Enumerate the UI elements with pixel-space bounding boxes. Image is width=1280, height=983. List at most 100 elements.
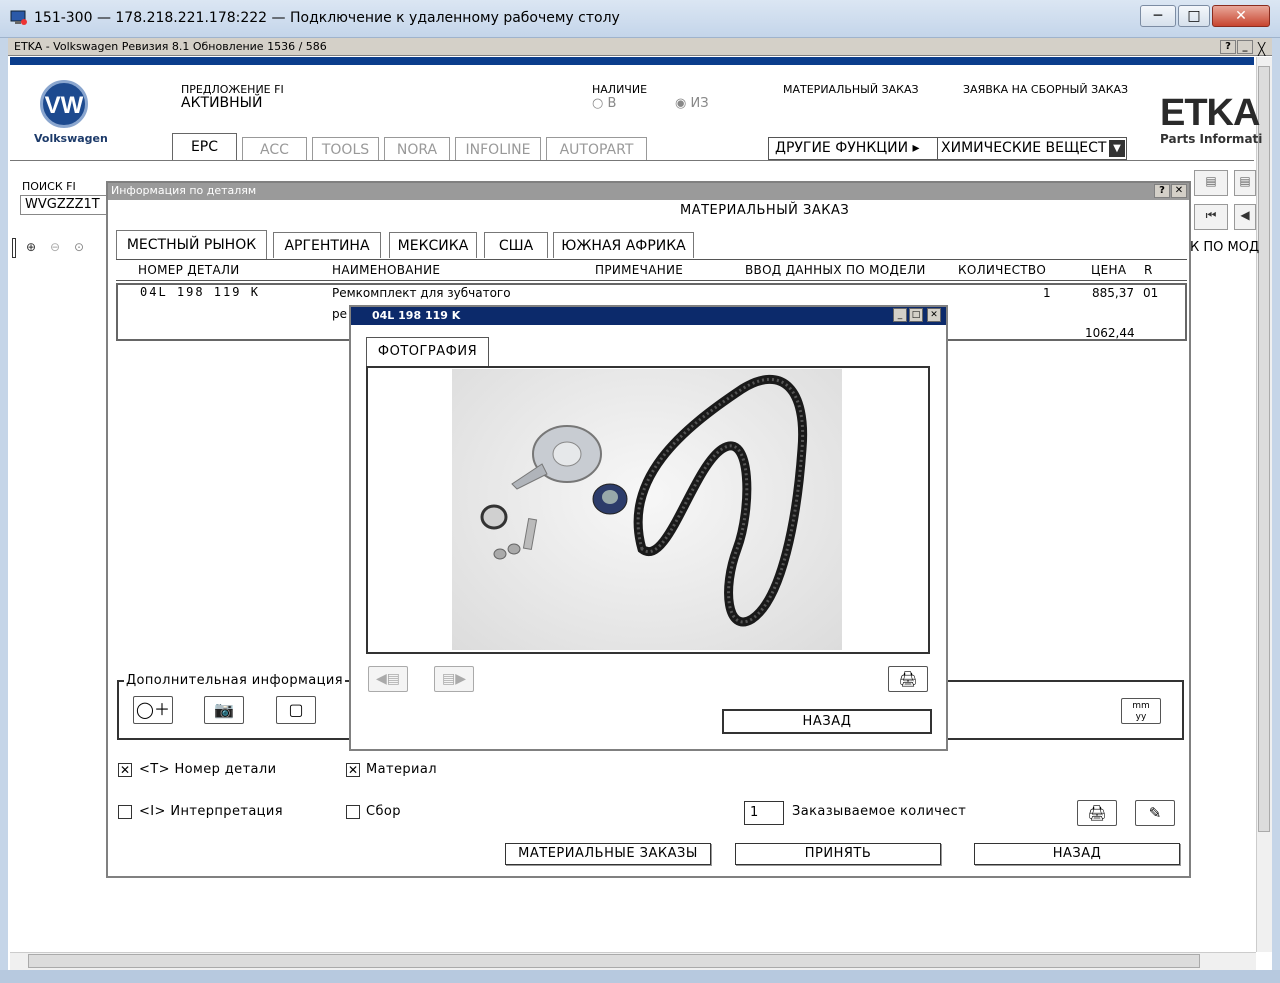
dialog-heading: МАТЕРИАЛЬНЫЙ ЗАКАЗ xyxy=(680,203,850,218)
tab-nora[interactable]: NORA xyxy=(384,137,450,161)
col-note: ПРИМЕЧАНИЕ xyxy=(595,263,684,277)
toolbar-page-icon[interactable]: ▤ xyxy=(1234,170,1256,196)
photo-print-icon[interactable]: 🖨 xyxy=(888,666,928,692)
photo-maximize-button[interactable]: □ xyxy=(909,308,923,322)
first-page-icon[interactable]: ⏮ xyxy=(1194,204,1228,230)
col-r: R xyxy=(1144,263,1153,277)
col-price: ЦЕНА xyxy=(1091,263,1127,277)
dialog-title-bar xyxy=(108,183,1189,200)
toolbar-separator xyxy=(12,238,16,258)
assembly-checkbox-label: Сбор xyxy=(366,804,401,819)
close-button[interactable]: ✕ xyxy=(1212,5,1270,27)
tab-usa[interactable]: США xyxy=(484,232,548,258)
taskbar xyxy=(0,970,1280,983)
tab-photo[interactable]: ФОТОГРАФИЯ xyxy=(366,337,489,366)
next-photo-button[interactable]: ▤▶ xyxy=(434,666,474,692)
rdp-window-title: 151-300 — 178.218.221.178:222 — Подключе… xyxy=(34,10,620,26)
photo-back-button[interactable]: НАЗАД xyxy=(722,709,932,734)
edit-icon[interactable]: ✎ xyxy=(1135,800,1175,826)
partno-checkbox-label: <T> Номер детали xyxy=(139,762,277,777)
camera-icon[interactable]: 📷 xyxy=(204,696,244,724)
dialog-help-button[interactable]: ? xyxy=(1154,184,1170,198)
tab-infoline[interactable]: INFOLINE xyxy=(455,137,541,161)
interpretation-checkbox[interactable] xyxy=(118,805,132,819)
yy-label: yy xyxy=(1135,712,1147,722)
tab-local-market[interactable]: МЕСТНЫЙ РЫНОК xyxy=(116,230,267,259)
prev-page-icon[interactable]: ◀ xyxy=(1234,204,1256,230)
toolbar-doc-icon[interactable]: ▤ xyxy=(1194,170,1228,196)
remote-desktop-icon xyxy=(10,9,28,27)
zoom-fit-icon[interactable]: ⊙ xyxy=(68,237,90,259)
prev-photo-button[interactable]: ◀▤ xyxy=(368,666,408,692)
material-checkbox[interactable]: ✕ xyxy=(346,763,360,777)
window-border-left xyxy=(0,38,8,983)
zoom-in-icon[interactable]: ⊕ xyxy=(20,237,42,259)
header-stripe xyxy=(10,57,1254,65)
vertical-scroll-thumb[interactable] xyxy=(1258,66,1270,832)
material-order-link[interactable]: МАТЕРИАЛЬНЫЙ ЗАКАЗ xyxy=(783,83,919,96)
tab-south-africa[interactable]: ЮЖНАЯ АФРИКА xyxy=(553,232,694,258)
etka-help-button[interactable]: ? xyxy=(1220,40,1236,54)
maximize-button[interactable]: □ xyxy=(1178,5,1210,27)
partno-checkbox[interactable]: ✕ xyxy=(118,763,132,777)
material-checkbox-label: Материал xyxy=(366,762,437,777)
tab-epc[interactable]: EPC xyxy=(172,133,237,161)
avail-from-label: ИЗ xyxy=(690,96,709,111)
col-model-data: ВВОД ДАННЫХ ПО МОДЕЛИ xyxy=(745,263,926,277)
col-quantity: КОЛИЧЕСТВО xyxy=(958,263,1047,277)
order-quantity-label: Заказываемое количест xyxy=(792,804,967,819)
print-icon[interactable]: 🖨 xyxy=(1077,800,1117,826)
avail-in-radio[interactable]: ○ В xyxy=(592,96,616,111)
back-button[interactable]: НАЗАД xyxy=(974,843,1180,865)
tab-tools[interactable]: TOOLS xyxy=(312,137,379,161)
extra-info-label: Дополнительная информация xyxy=(124,673,345,688)
avail-in-label: В xyxy=(607,96,617,111)
horizontal-scroll-thumb[interactable] xyxy=(28,954,1200,968)
row-quantity: 1 xyxy=(1043,286,1051,300)
minimize-button[interactable]: ─ xyxy=(1140,5,1176,27)
chemicals-select[interactable]: ХИМИЧЕСКИЕ ВЕЩЕСТ xyxy=(937,137,1127,160)
photo-close-button[interactable]: ✕ xyxy=(927,308,941,322)
window-border-right xyxy=(1272,38,1280,983)
assembly-order-link[interactable]: ЗАЯВКА НА СБОРНЫЙ ЗАКАЗ xyxy=(963,83,1128,96)
etka-logo: ETKA xyxy=(1160,92,1260,134)
photo-minimize-button[interactable]: _ xyxy=(893,308,907,322)
zoom-out-icon[interactable]: ⊖ xyxy=(44,237,66,259)
photo-window-title: 04L 198 119 K xyxy=(372,309,461,322)
avail-from-radio[interactable]: ◉ ИЗ xyxy=(675,96,709,111)
tab-acc[interactable]: ACC xyxy=(242,137,307,161)
assembly-checkbox[interactable] xyxy=(346,805,360,819)
svg-text:VW: VW xyxy=(45,92,84,119)
search-label: ПОИСК FI xyxy=(22,180,76,193)
etka-close-icon[interactable]: ╳ xyxy=(1258,42,1265,56)
row-name-line1: Ремкомплект для зубчатого xyxy=(332,286,511,300)
timing-belt-kit-photo xyxy=(452,369,842,650)
date-format-button[interactable]: mm yy xyxy=(1121,698,1161,724)
chevron-down-icon[interactable]: ▼ xyxy=(1109,140,1125,157)
vw-logo-icon: VW xyxy=(40,80,88,128)
tab-mexico[interactable]: МЕКСИКА xyxy=(389,232,477,258)
interpretation-checkbox-label: <I> Интерпретация xyxy=(139,804,284,819)
other-functions-menu[interactable]: ДРУГИЕ ФУНКЦИИ ▸ xyxy=(768,137,938,160)
row-price-total: 1062,44 xyxy=(1085,326,1135,340)
row-part-number[interactable]: 04L 198 119 K xyxy=(140,285,260,299)
accept-button[interactable]: ПРИНЯТЬ xyxy=(735,843,941,865)
model-nav-label[interactable]: К ПО МОД xyxy=(1190,240,1259,255)
material-orders-button[interactable]: МАТЕРИАЛЬНЫЕ ЗАКАЗЫ xyxy=(505,843,711,865)
row-price: 885,37 xyxy=(1092,286,1134,300)
tab-argentina[interactable]: АРГЕНТИНА xyxy=(273,232,381,258)
etka-minimize-button[interactable]: _ xyxy=(1237,40,1253,54)
zoom-part-icon[interactable]: ◯＋ xyxy=(133,696,173,724)
frame-icon[interactable]: ▢ xyxy=(276,696,316,724)
row-r: 01 xyxy=(1143,286,1159,300)
col-name: НАИМЕНОВАНИЕ xyxy=(332,263,441,277)
row-name-line2: ре xyxy=(332,307,347,321)
availability-label: НАЛИЧИЕ xyxy=(592,83,648,96)
etka-window-title: ETKA - Volkswagen Ревизия 8.1 Обновление… xyxy=(14,40,327,53)
tab-autopart[interactable]: AUTOPART xyxy=(546,137,647,161)
dialog-close-button[interactable]: ✕ xyxy=(1171,184,1187,198)
etka-logo-subtitle: Parts Informati xyxy=(1160,132,1263,146)
dialog-title: Информация по деталям xyxy=(111,184,257,197)
search-input[interactable]: WVGZZZ1T xyxy=(20,195,110,215)
order-quantity-input[interactable]: 1 xyxy=(744,801,784,825)
